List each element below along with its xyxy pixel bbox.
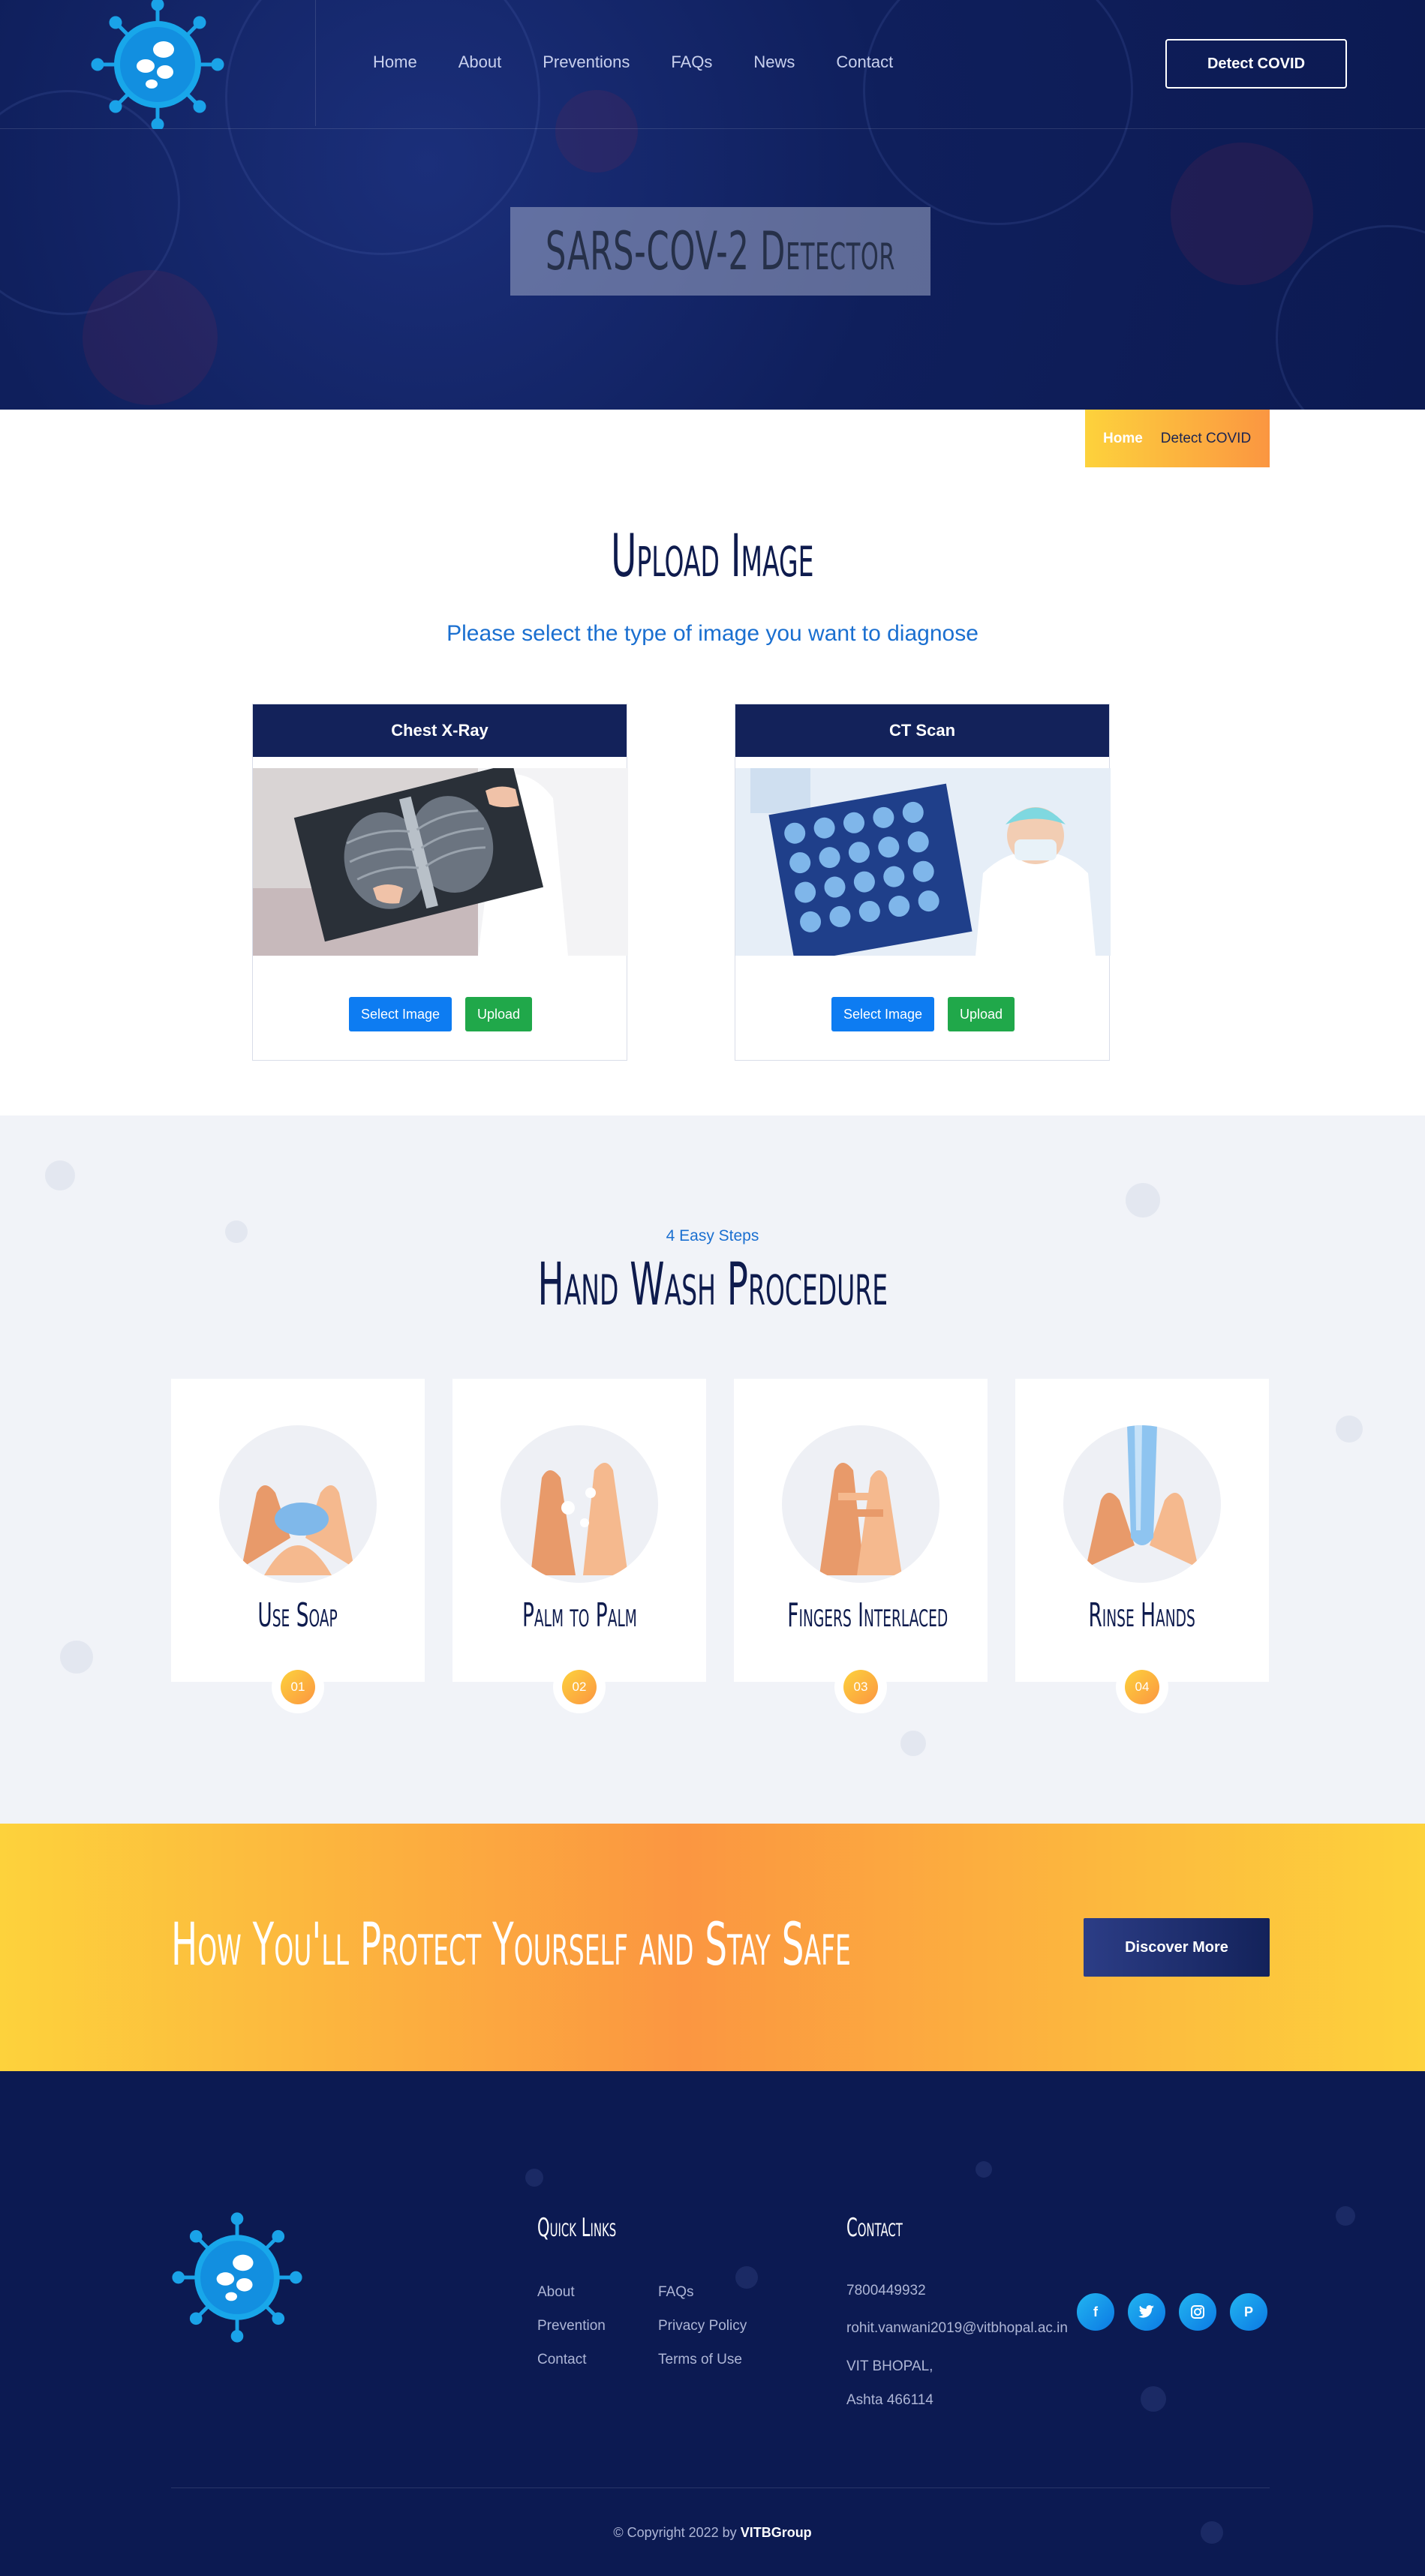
nav-divider (315, 0, 316, 126)
step-label-text: Use Soap (257, 1596, 338, 1635)
footer-link-faqs[interactable]: FAQs (658, 2284, 694, 2301)
footer-link-about[interactable]: About (537, 2284, 575, 2301)
background-pattern-dot (900, 1731, 926, 1756)
nav-contact[interactable]: Contact (836, 53, 893, 72)
background-pattern-dot (1126, 1183, 1160, 1217)
upload-section-title: Upload Image (0, 523, 1425, 590)
ct-scan-upload-button[interactable]: Upload (948, 997, 1015, 1031)
step-card-rinse-hands: Rinse Hands 04 (1015, 1379, 1269, 1713)
page-title: SARS-COV-2 Detector (545, 221, 896, 282)
page-title-highlight: SARS-COV-2 Detector (510, 207, 930, 296)
quick-links-heading-text: Quick Links (537, 2213, 617, 2243)
nav-home[interactable]: Home (373, 53, 417, 72)
step-label-text: Palm to Palm (522, 1596, 637, 1635)
nav-faqs[interactable]: FAQs (671, 53, 712, 72)
step-card-fingers-interlaced: Fingers Interlaced 03 (734, 1379, 988, 1713)
step-label: Rinse Hands (1015, 1596, 1269, 1635)
chest-xray-select-button[interactable]: Select Image (348, 997, 452, 1031)
virus-decoration (1171, 143, 1313, 285)
step-number: 03 (843, 1670, 878, 1704)
network-node (1141, 2386, 1166, 2412)
footer-link-contact[interactable]: Contact (537, 2352, 586, 2368)
step-label: Fingers Interlaced (734, 1596, 988, 1635)
nav-preventions[interactable]: Preventions (543, 53, 630, 72)
step-card-use-soap: Use Soap 01 (171, 1379, 425, 1713)
social-links: f P (1075, 2291, 1270, 2333)
pinterest-icon[interactable]: P (1228, 2291, 1270, 2333)
background-pattern-dot (1336, 1416, 1363, 1443)
ct-scan-actions: Select Image Upload (735, 997, 1111, 1031)
contact-heading: Contact (846, 2213, 937, 2243)
background-pattern-dot (45, 1160, 75, 1190)
step-label-text: Fingers Interlaced (787, 1596, 948, 1635)
ct-scan-card-title: CT Scan (735, 704, 1109, 757)
hero-banner: Home About Preventions FAQs News Contact… (0, 0, 1425, 410)
copyright: © Copyright 2022 by VITBGroup (0, 2525, 1425, 2541)
step-number-badge: 01 (272, 1661, 324, 1713)
network-node (1336, 2206, 1355, 2226)
copyright-org[interactable]: VITBGroup (741, 2525, 812, 2540)
footer-link-privacy-policy[interactable]: Privacy Policy (658, 2318, 747, 2334)
contact-address-line2: Ashta 466114 (846, 2392, 933, 2408)
step-number-badge: 02 (553, 1661, 606, 1713)
chest-xray-actions: Select Image Upload (253, 997, 628, 1031)
hand-wash-title-text: Hand Wash Procedure (537, 1251, 888, 1319)
breadcrumb-current: Detect COVID (1160, 430, 1252, 446)
detect-covid-button[interactable]: Detect COVID (1165, 39, 1347, 89)
step-label-text: Rinse Hands (1088, 1596, 1196, 1635)
breadcrumb-home[interactable]: Home (1103, 431, 1143, 447)
breadcrumb: Home Detect COVID (1085, 410, 1270, 467)
footer-divider (171, 2487, 1270, 2488)
contact-heading-text: Contact (846, 2213, 903, 2243)
step-number: 02 (562, 1670, 597, 1704)
palm-to-palm-illustration (501, 1425, 658, 1583)
chest-xray-card: Chest X-Ray Select Image Upload (252, 704, 628, 1061)
ct-scan-card: CT Scan Select Image Upload (735, 704, 1111, 1061)
step-number-badge: 03 (834, 1661, 887, 1713)
network-node (976, 2161, 992, 2178)
copyright-text: © Copyright 2022 by (613, 2525, 737, 2540)
fingers-interlaced-illustration (782, 1425, 939, 1583)
step-number: 01 (281, 1670, 315, 1704)
twitter-icon[interactable] (1126, 2291, 1168, 2333)
footer-virus-logo-icon[interactable] (170, 2210, 305, 2345)
virus-decoration (83, 270, 218, 405)
step-number: 04 (1125, 1670, 1159, 1704)
step-card-palm-to-palm: Palm to Palm 02 (452, 1379, 706, 1713)
step-number-badge: 04 (1116, 1661, 1168, 1713)
step-label: Palm to Palm (452, 1596, 706, 1635)
chest-xray-card-title: Chest X-Ray (253, 704, 627, 757)
network-node (735, 2266, 758, 2289)
contact-phone[interactable]: 7800449932 (846, 2283, 926, 2299)
footer-link-terms-of-use[interactable]: Terms of Use (658, 2352, 742, 2368)
background-pattern-dot (60, 1641, 93, 1674)
contact-email[interactable]: rohit.vanwani2019@vitbhopal.ac.in (846, 2320, 1068, 2337)
main-nav: Home About Preventions FAQs News Contact (373, 53, 934, 72)
discover-more-button[interactable]: Discover More (1084, 1918, 1270, 1977)
chest-xray-image (253, 768, 628, 956)
facebook-icon[interactable]: f (1075, 2291, 1117, 2333)
nav-about[interactable]: About (458, 53, 502, 72)
rinse-hands-illustration (1063, 1425, 1221, 1583)
upload-title-text: Upload Image (611, 523, 814, 590)
instagram-icon[interactable] (1177, 2291, 1219, 2333)
chest-xray-upload-button[interactable]: Upload (465, 997, 533, 1031)
step-label: Use Soap (171, 1596, 425, 1635)
nav-news[interactable]: News (753, 53, 795, 72)
quick-links-heading: Quick Links (537, 2213, 665, 2243)
virus-logo-icon[interactable] (89, 0, 227, 129)
use-soap-illustration (219, 1425, 377, 1583)
hand-wash-kicker: 4 Easy Steps (666, 1227, 759, 1244)
contact-address-line1: VIT BHOPAL, (846, 2358, 933, 2374)
hand-wash-title: Hand Wash Procedure (0, 1251, 1425, 1319)
promo-title-text: How You'll Protect Yourself and Stay Saf… (171, 1911, 851, 1979)
upload-subtitle: Please select the type of image you want… (446, 621, 979, 646)
ct-scan-select-button[interactable]: Select Image (831, 997, 934, 1031)
ct-scan-image (735, 768, 1111, 956)
network-node (525, 2169, 543, 2187)
footer-link-prevention[interactable]: Prevention (537, 2318, 606, 2334)
